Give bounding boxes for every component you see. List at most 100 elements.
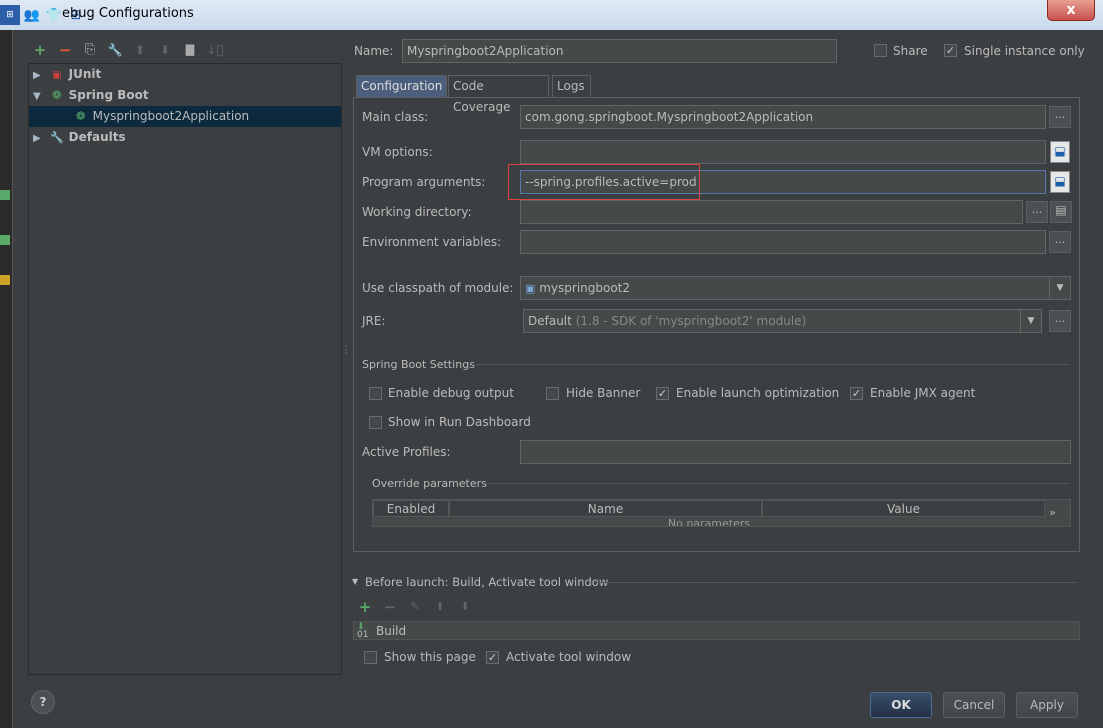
show-this-page-label: Show this page [384,650,476,664]
main-class-label: Main class: [362,110,429,124]
spring-boot-settings-header: Spring Boot Settings [362,358,475,371]
tree-item-defaults[interactable]: ▶ 🔧 Defaults [33,127,126,148]
sort-icon[interactable]: ↓⃟ [206,41,224,59]
name-label: Name: [354,44,394,58]
spring-boot-icon: ❁ [51,88,62,102]
spring-boot-app-icon: ❁ [75,109,86,123]
wrench-icon[interactable]: 🔧 [106,41,124,59]
column-header-value[interactable]: Value [762,500,1045,517]
before-launch-header: Before launch: Build, Activate tool wind… [365,575,609,589]
cancel-button[interactable]: Cancel [943,692,1005,718]
remove-task-icon[interactable]: − [381,598,399,616]
main-class-field[interactable]: com.gong.springboot.Myspringboot2Applica… [520,105,1046,129]
add-task-icon[interactable]: + [356,598,374,616]
program-arguments-expand-icon[interactable]: ⬓ [1050,171,1070,193]
shirt-icon: 👕 [45,7,63,23]
apply-button[interactable]: Apply [1016,692,1078,718]
debug-output-checkbox[interactable] [369,387,382,400]
strip-green-mark [0,235,10,245]
move-task-down-icon[interactable]: ⬇ [456,598,474,616]
tree-item-app[interactable]: ❁ Myspringboot2Application [29,106,341,127]
hide-banner-checkbox[interactable] [546,387,559,400]
working-directory-field[interactable] [520,200,1023,224]
expand-arrow-icon[interactable]: ▶ [33,65,45,86]
hide-banner-label: Hide Banner [566,386,641,400]
environment-variables-browse-button[interactable]: ... [1049,231,1071,253]
strip-green-mark [0,190,10,200]
jre-browse-button[interactable]: ... [1049,310,1071,332]
divider [476,364,1070,365]
defaults-wrench-icon: 🔧 [49,131,64,144]
classpath-module-value: myspringboot2 [539,281,631,295]
move-task-up-icon[interactable]: ⬆ [431,598,449,616]
expand-arrow-icon[interactable]: ▶ [33,128,45,149]
classpath-module-label: Use classpath of module: [362,281,514,295]
run-dashboard-checkbox[interactable] [369,416,382,429]
share-label: Share [893,44,928,58]
working-directory-browse-button[interactable]: ... [1026,201,1048,223]
tab-logs[interactable]: Logs [552,75,591,97]
move-down-icon[interactable]: ⬇ [156,41,174,59]
launch-optimization-checkbox[interactable]: ✓ [656,387,669,400]
macros-icon[interactable]: ▤ [1050,201,1072,223]
column-header-enabled[interactable]: Enabled [373,500,449,517]
background-window-strip [0,30,13,728]
chevron-down-icon[interactable]: ▼ [1020,310,1041,332]
tree-item-label: JUnit [68,67,102,81]
window-title: ebug Configurations [62,6,194,21]
close-button[interactable]: x [1047,0,1095,21]
single-instance-checkbox[interactable]: ✓ [944,44,957,57]
activate-tool-window-checkbox[interactable]: ✓ [486,651,499,664]
launch-optimization-label: Enable launch optimization [676,386,840,400]
vm-options-expand-icon[interactable]: ⬓ [1050,141,1070,163]
classpath-module-select[interactable]: ▣ myspringboot2 ▼ [520,276,1071,300]
run-dashboard-label: Show in Run Dashboard [388,415,531,429]
share-checkbox[interactable] [874,44,887,57]
jre-value: Default [528,314,572,328]
collapse-arrow-icon[interactable]: ▼ [352,577,358,586]
override-parameters-header: Override parameters [372,477,487,490]
more-columns-icon[interactable]: » [1049,506,1056,519]
folder-icon[interactable]: ▇ [181,41,199,59]
copy-icon[interactable]: ⎘ [81,41,99,59]
app-icon: ⊞ [0,5,20,25]
move-up-icon[interactable]: ⬆ [131,41,149,59]
column-header-name[interactable]: Name [449,500,762,517]
configuration-tree: ▶ ▣ JUnit ▼ ❁ Spring Boot ❁ Myspringboot… [28,63,342,675]
people-icon: 👥 [23,7,41,23]
vm-options-field[interactable] [520,140,1046,164]
name-field[interactable]: Myspringboot2Application [402,39,837,63]
build-icon: ⬇ 01 [357,622,369,640]
add-icon[interactable]: + [31,41,49,59]
active-profiles-field[interactable] [520,440,1071,464]
build-task-label: Build [376,624,407,638]
debug-output-label: Enable debug output [388,386,514,400]
strip-yellow-mark [0,275,10,285]
environment-variables-label: Environment variables: [362,235,502,249]
remove-icon[interactable]: − [56,41,74,59]
divider [484,483,1070,484]
tab-configuration[interactable]: Configuration [356,75,447,97]
jmx-agent-checkbox[interactable]: ✓ [850,387,863,400]
edit-task-icon[interactable]: ✎ [406,598,424,616]
jre-select[interactable]: Default (1.8 - SDK of 'myspringboot2' mo… [523,309,1042,333]
override-parameters-table[interactable]: Enabled Name Value No parameters » [372,499,1071,527]
ok-button[interactable]: OK [870,692,932,718]
working-directory-label: Working directory: [362,205,472,219]
tree-item-junit[interactable]: ▶ ▣ JUnit [33,64,101,85]
tab-code-coverage[interactable]: Code Coverage [448,75,549,114]
jre-label: JRE: [362,314,386,328]
help-icon[interactable]: ? [31,690,55,714]
single-instance-label: Single instance only [964,44,1085,58]
show-this-page-checkbox[interactable] [364,651,377,664]
environment-variables-field[interactable] [520,230,1046,254]
collapse-arrow-icon[interactable]: ▼ [33,86,45,107]
splitter-handle[interactable]: ⋮ [341,345,351,361]
chevron-down-icon[interactable]: ▼ [1049,277,1070,299]
tree-item-label: Defaults [68,130,126,144]
main-class-browse-button[interactable]: ... [1049,106,1071,128]
tree-item-spring-boot[interactable]: ▼ ❁ Spring Boot [33,85,149,106]
jmx-agent-label: Enable JMX agent [870,386,976,400]
vm-options-label: VM options: [362,145,433,159]
before-launch-list[interactable]: ⬇ 01 Build [353,621,1080,640]
